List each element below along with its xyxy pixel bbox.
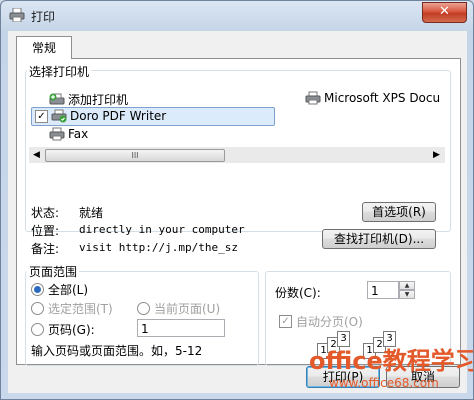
pages-input[interactable]: 1: [137, 319, 225, 337]
printer-item-fax[interactable]: Fax: [49, 127, 88, 141]
radio-current-page-label: 当前页面(U): [154, 302, 221, 316]
printer-icon: [9, 8, 25, 22]
printer-icon: [305, 91, 321, 105]
radio-selection-label: 选定范围(T): [48, 302, 113, 316]
location-label: 位置:: [31, 224, 60, 238]
check-icon: ✓: [279, 315, 292, 328]
collate-checkbox[interactable]: ✓ 自动分页(O): [279, 313, 363, 330]
printer-name: Fax: [68, 127, 89, 141]
print-dialog: 打印 ✕ 常规 选择打印机 添加打印机 Microsoft XPS Docu ✓: [0, 0, 474, 400]
radio-icon: [31, 323, 44, 336]
radio-all[interactable]: 全部(L): [31, 281, 88, 298]
radio-selection[interactable]: 选定范围(T): [31, 300, 113, 317]
tab-general[interactable]: 常规: [16, 36, 72, 59]
printer-item-add[interactable]: 添加打印机: [49, 91, 128, 108]
radio-current-page[interactable]: 当前页面(U): [137, 300, 220, 317]
fax-icon: [49, 127, 65, 141]
page-range-hint: 输入页码或页面范围。如，5-12: [31, 344, 203, 358]
printer-name: Microsoft XPS Docu: [324, 91, 441, 105]
printer-name: Doro PDF Writer: [70, 109, 167, 123]
watermark-logo: office教程学习网: [309, 347, 473, 375]
comment-label: 备注:: [31, 242, 60, 256]
radio-all-label: 全部(L): [48, 283, 89, 297]
radio-icon: [31, 302, 44, 315]
copies-up-button[interactable]: ▲: [399, 281, 415, 290]
printer-name: 添加打印机: [68, 93, 129, 107]
watermark-url: www.office68.com: [329, 376, 439, 390]
tab-panel: 选择打印机 添加打印机 Microsoft XPS Docu ✓ Doro PD…: [16, 58, 461, 366]
printer-item-xps[interactable]: Microsoft XPS Docu: [305, 91, 440, 105]
default-printer-icon: [51, 109, 67, 123]
find-printer-button[interactable]: 查找打印机(D)...: [322, 229, 436, 249]
copies-label: 份数(C):: [275, 286, 321, 300]
page-range-label: 页面范围: [27, 263, 80, 280]
preferences-button[interactable]: 首选项(R): [362, 202, 436, 222]
radio-pages-label: 页码(G):: [48, 323, 95, 337]
copies-down-button[interactable]: ▼: [399, 290, 415, 299]
radio-pages[interactable]: 页码(G):: [31, 321, 95, 338]
scroll-right-icon[interactable]: ▶: [433, 150, 440, 160]
radio-icon: [137, 302, 150, 315]
check-icon: ✓: [35, 109, 48, 123]
location-value: directly in your computer: [79, 223, 245, 236]
collate-label: 自动分页(O): [296, 315, 363, 329]
comment-value: visit http://j.mp/the_sz: [79, 241, 238, 254]
add-printer-icon: [49, 93, 65, 104]
scroll-thumb[interactable]: III: [45, 149, 225, 162]
dialog-client: 常规 选择打印机 添加打印机 Microsoft XPS Docu ✓ Doro…: [8, 31, 467, 393]
title-bar: 打印 ✕: [1, 1, 473, 31]
window-title: 打印: [31, 10, 56, 24]
printer-list[interactable]: 添加打印机 Microsoft XPS Docu ✓ Doro PDF Writ…: [29, 87, 445, 177]
status-label: 状态:: [31, 206, 60, 220]
status-value: 就绪: [79, 206, 104, 220]
copies-input[interactable]: 1: [367, 281, 399, 299]
radio-selected-icon: [31, 283, 44, 296]
close-button[interactable]: ✕: [422, 2, 467, 23]
printer-group-label: 选择打印机: [27, 63, 92, 80]
scroll-left-icon[interactable]: ◀: [33, 150, 40, 160]
printer-item-doro[interactable]: ✓ Doro PDF Writer: [35, 109, 166, 123]
